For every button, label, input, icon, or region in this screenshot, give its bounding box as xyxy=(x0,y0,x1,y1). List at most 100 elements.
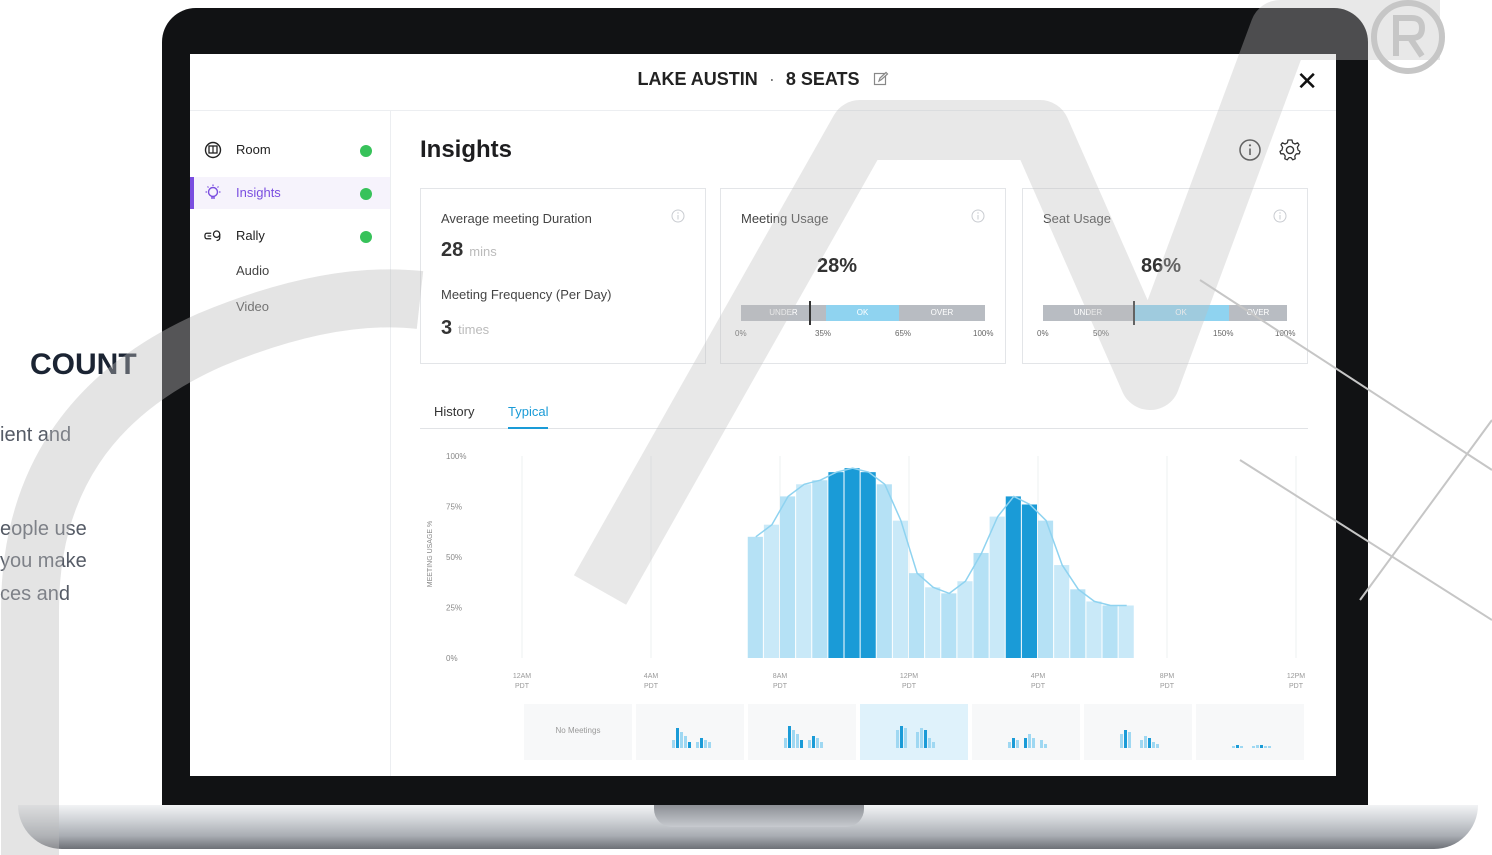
meeting-usage-gauge: UNDER OK OVER xyxy=(741,305,985,321)
gauge-tick: 65% xyxy=(895,329,912,338)
x-tick-label: PDT xyxy=(1031,683,1046,690)
thumbnail-bar xyxy=(900,726,903,748)
thumbnail-bar xyxy=(1128,732,1131,748)
thumbnail-bar xyxy=(792,730,795,748)
x-tick-label: 12PM xyxy=(1287,673,1305,680)
info-icon[interactable] xyxy=(671,209,685,223)
thumbnail-bar xyxy=(672,740,675,748)
y-tick-label: 100% xyxy=(446,452,466,461)
thumbnail-bar xyxy=(784,738,787,748)
bg-section-heading: COUNT xyxy=(30,348,137,381)
room-icon xyxy=(204,141,222,159)
chart-bar xyxy=(989,516,1005,658)
sidebar-item-label: Insights xyxy=(236,185,281,200)
thumbnail-bar xyxy=(916,732,919,748)
gear-icon[interactable] xyxy=(1278,138,1302,162)
day-thumbnail[interactable] xyxy=(1084,704,1192,760)
x-tick-label: PDT xyxy=(515,683,530,690)
day-thumbnail[interactable]: No Meetings xyxy=(524,704,632,760)
chart-series-line xyxy=(755,467,1127,607)
thumbnail-bar xyxy=(1012,738,1015,748)
chart-bar xyxy=(780,496,796,658)
sidebar-item-label: Rally xyxy=(236,228,265,243)
day-thumbnail[interactable] xyxy=(636,704,744,760)
pencil-edit-icon[interactable] xyxy=(873,71,889,87)
day-thumbnail[interactable] xyxy=(1196,704,1304,760)
thumbnail-bar xyxy=(696,742,699,748)
duration-card: Average meeting Duration 28 mins Meeting … xyxy=(420,188,706,364)
y-tick-label: 0% xyxy=(446,654,458,663)
bg-text-line: you make xyxy=(0,550,87,572)
gauge-tick: 0% xyxy=(735,329,747,338)
insights-tabs: History Typical xyxy=(420,400,1308,429)
thumbnail-bar xyxy=(1156,744,1159,748)
thumbnail-bar xyxy=(688,742,691,748)
thumbnail-bar xyxy=(904,728,907,748)
sidebar-subitem-video[interactable]: Video xyxy=(236,299,269,314)
meeting-usage-card: Meeting Usage 28% UNDER OK OVER 0% 35% 6… xyxy=(720,188,1006,364)
thumbnail-bar xyxy=(820,742,823,748)
gauge-tick: 100% xyxy=(973,329,994,338)
thumbnail-bar xyxy=(708,742,711,748)
info-icon[interactable] xyxy=(1273,209,1287,223)
thumbnail-bar xyxy=(920,728,923,748)
y-tick-label: 50% xyxy=(446,553,462,562)
day-thumbnail[interactable] xyxy=(972,704,1080,760)
info-icon[interactable] xyxy=(1238,138,1262,162)
sidebar: Room Insights Rally Audio Video xyxy=(190,110,391,776)
room-title: LAKE AUSTIN · 8 SEATS xyxy=(190,69,1336,90)
thumbnail-bar xyxy=(1016,740,1019,748)
chart-bar xyxy=(909,573,925,658)
thumbnail-bar xyxy=(1256,745,1259,748)
thumbnail-bar xyxy=(1024,738,1027,748)
sidebar-item-rally[interactable]: Rally xyxy=(190,220,390,252)
sidebar-item-insights[interactable]: Insights xyxy=(190,177,390,209)
page-title: Insights xyxy=(420,136,513,163)
top-bar: LAKE AUSTIN · 8 SEATS ✕ xyxy=(190,54,1336,111)
meeting-usage-value: 28% xyxy=(817,255,858,277)
x-tick-label: PDT xyxy=(1160,683,1175,690)
duration-number: 28 xyxy=(441,239,464,261)
active-indicator xyxy=(190,177,194,209)
gauge-marker xyxy=(1133,301,1135,325)
y-tick-label: 75% xyxy=(446,503,462,512)
thumbnail-chart xyxy=(672,728,711,748)
laptop-notch xyxy=(654,805,864,827)
day-thumbnail-selected[interactable] xyxy=(860,704,968,760)
close-button[interactable]: ✕ xyxy=(1296,66,1318,97)
thumbnail-bar xyxy=(1152,742,1155,748)
chart-bar xyxy=(1005,496,1021,658)
day-thumbnail[interactable] xyxy=(748,704,856,760)
x-tick-label: 4AM xyxy=(644,673,659,680)
tab-history[interactable]: History xyxy=(434,404,474,419)
x-tick-label: 8AM xyxy=(773,673,788,680)
thumbnail-bar xyxy=(1232,746,1235,748)
thumbnail-bar xyxy=(1028,734,1031,748)
thumbnail-chart xyxy=(1008,734,1047,748)
sidebar-item-room[interactable]: Room xyxy=(190,134,390,166)
bg-text-line: ces and xyxy=(0,583,71,605)
chart-bar xyxy=(844,468,860,658)
thumbnail-bar xyxy=(896,730,899,748)
bg-text-line: ient and xyxy=(0,424,72,446)
chart-bar xyxy=(876,484,892,658)
x-tick-label: PDT xyxy=(902,683,917,690)
gauge-tick: 35% xyxy=(815,329,832,338)
frequency-number: 3 xyxy=(441,317,453,339)
thumbnail-bar xyxy=(680,732,683,748)
thumbnail-bar xyxy=(924,730,927,748)
status-dot xyxy=(360,231,372,243)
chart-bar xyxy=(796,484,812,658)
x-tick-label: 8PM xyxy=(1160,673,1175,680)
thumbnail-chart xyxy=(784,726,823,748)
thumbnail-chart xyxy=(896,726,935,748)
sidebar-subitem-audio[interactable]: Audio xyxy=(236,263,269,278)
tab-typical[interactable]: Typical xyxy=(508,404,549,429)
chart-bar xyxy=(1038,520,1054,658)
thumbnail-bar xyxy=(788,726,791,748)
gauge-under: UNDER xyxy=(1043,305,1133,321)
info-icon[interactable] xyxy=(971,209,985,223)
seat-usage-value: 86% xyxy=(1141,255,1182,277)
thumbnail-bar xyxy=(1044,744,1047,748)
gauge-tick: 0% xyxy=(1037,329,1049,338)
